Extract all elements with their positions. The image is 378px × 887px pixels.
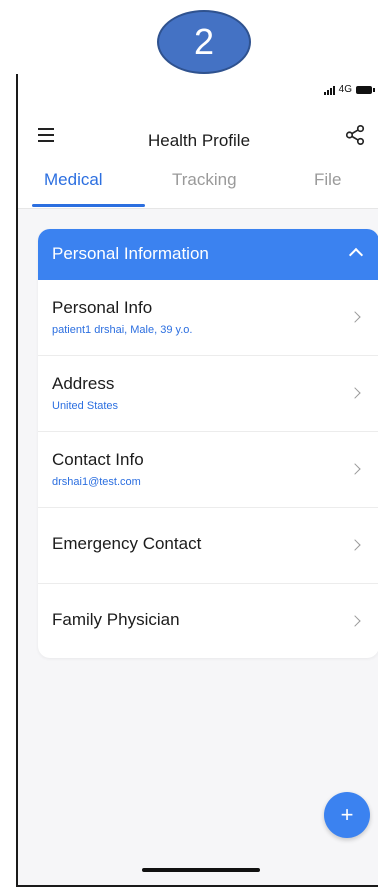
contact-info-row[interactable]: Contact Info drshai1@test.com xyxy=(38,432,378,508)
add-button[interactable]: + xyxy=(324,792,370,838)
tab-file[interactable]: File xyxy=(314,170,341,190)
address-row[interactable]: Address United States xyxy=(38,356,378,432)
app-header: Health Profile xyxy=(18,106,378,166)
network-type: 4G xyxy=(338,84,352,95)
share-icon[interactable] xyxy=(344,124,366,146)
row-subtitle: United States xyxy=(52,400,119,412)
family-physician-row[interactable]: Family Physician xyxy=(38,584,378,658)
row-title: Emergency Contact xyxy=(52,534,202,553)
row-title: Address xyxy=(52,374,115,393)
row-title: Contact Info xyxy=(52,450,144,469)
section-header[interactable]: Personal Information xyxy=(38,229,378,280)
row-title: Family Physician xyxy=(52,610,180,629)
battery-icon xyxy=(356,85,375,94)
chevron-right-icon xyxy=(349,463,361,475)
home-indicator xyxy=(142,868,260,872)
active-tab-indicator xyxy=(32,204,145,207)
section-title: Personal Information xyxy=(52,244,209,263)
tab-medical[interactable]: Medical xyxy=(44,170,103,190)
phone-screen: 4G Health Profile Medical Tracking File … xyxy=(16,74,378,887)
chevron-right-icon xyxy=(349,615,361,627)
personal-information-card: Personal Information Personal Info patie… xyxy=(38,229,378,658)
tab-bar: Medical Tracking File xyxy=(18,166,378,209)
row-subtitle: drshai1@test.com xyxy=(52,476,141,488)
row-title: Personal Info xyxy=(52,298,153,317)
chevron-right-icon xyxy=(349,387,361,399)
chevron-up-icon xyxy=(348,247,364,263)
chevron-right-icon xyxy=(349,311,361,323)
status-bar: 4G xyxy=(18,74,378,106)
page-title: Health Profile xyxy=(147,131,251,150)
emergency-contact-row[interactable]: Emergency Contact xyxy=(38,508,378,584)
personal-info-row[interactable]: Personal Info patient1 drshai, Male, 39 … xyxy=(38,280,378,356)
tab-tracking[interactable]: Tracking xyxy=(172,170,237,190)
step-number-badge: 2 xyxy=(157,10,251,74)
row-subtitle: patient1 drshai, Male, 39 y.o. xyxy=(52,324,193,336)
signal-icon xyxy=(323,85,335,95)
chevron-right-icon xyxy=(349,539,361,551)
